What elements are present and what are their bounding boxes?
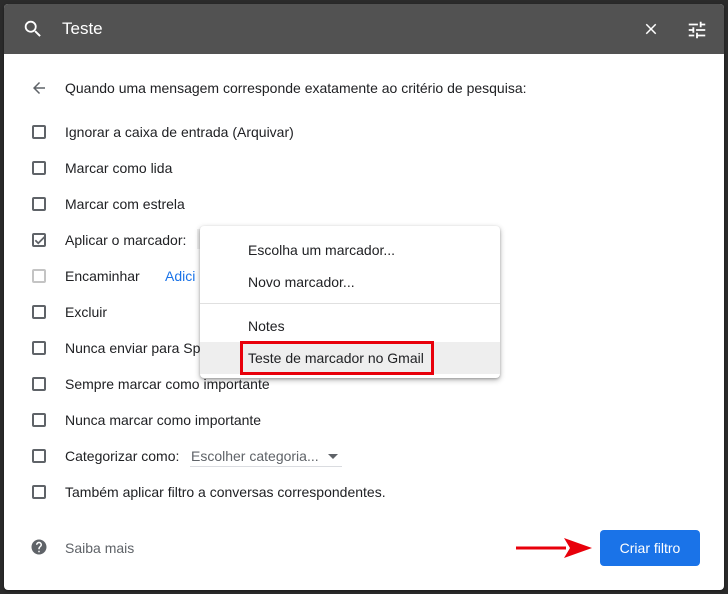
checkbox-skip-inbox[interactable] bbox=[32, 125, 46, 139]
option-apply-to-conversations: Também aplicar filtro a conversas corres… bbox=[4, 480, 724, 504]
category-select-value: Escolher categoria... bbox=[191, 448, 319, 464]
search-icon bbox=[24, 20, 41, 37]
menu-item-label: Notes bbox=[248, 318, 285, 334]
option-never-important: Nunca marcar como importante bbox=[4, 408, 724, 432]
menu-item-label: Escolha um marcador... bbox=[248, 242, 396, 258]
search-bar: Teste bbox=[4, 4, 724, 54]
filter-dialog: Teste Quando uma mensagem corresponde ex… bbox=[4, 4, 724, 590]
option-label: Nunca enviar para Sp bbox=[65, 340, 201, 356]
option-label: Marcar com estrela bbox=[65, 196, 185, 212]
option-label: Excluir bbox=[65, 304, 108, 320]
add-forwarding-address-link[interactable]: Adici bbox=[165, 268, 195, 284]
menu-item-new-label[interactable]: Novo marcador... bbox=[200, 266, 500, 298]
category-select[interactable]: Escolher categoria... bbox=[190, 444, 342, 467]
option-skip-inbox: Ignorar a caixa de entrada (Arquivar) bbox=[4, 120, 724, 144]
close-icon[interactable] bbox=[642, 20, 660, 38]
filter-criteria-heading: Quando uma mensagem corresponde exatamen… bbox=[65, 80, 527, 96]
menu-item-label: Novo marcador... bbox=[248, 274, 355, 290]
option-label: Marcar como lida bbox=[65, 160, 173, 176]
tune-icon[interactable] bbox=[686, 19, 708, 41]
search-query-text[interactable]: Teste bbox=[62, 19, 103, 39]
check-icon bbox=[34, 236, 46, 245]
option-label: Nunca marcar como importante bbox=[65, 412, 262, 428]
help-icon[interactable] bbox=[30, 538, 48, 556]
checkbox-apply-label[interactable] bbox=[32, 233, 46, 247]
option-label: Aplicar o marcador: bbox=[65, 232, 187, 248]
menu-item-choose-label[interactable]: Escolha um marcador... bbox=[200, 234, 500, 266]
checkbox-forward[interactable] bbox=[32, 269, 46, 283]
option-label: Encaminhar bbox=[65, 268, 140, 284]
checkbox-never-important[interactable] bbox=[32, 413, 46, 427]
checkbox-categorize[interactable] bbox=[32, 449, 46, 463]
option-mark-read: Marcar como lida bbox=[4, 156, 724, 180]
option-label: Categorizar como: bbox=[65, 448, 180, 464]
option-label: Também aplicar filtro a conversas corres… bbox=[65, 484, 386, 500]
caret-down-icon bbox=[328, 454, 338, 459]
checkbox-never-spam[interactable] bbox=[32, 341, 46, 355]
checkbox-mark-read[interactable] bbox=[32, 161, 46, 175]
menu-divider bbox=[200, 303, 500, 304]
back-arrow-icon[interactable] bbox=[30, 79, 48, 97]
option-star: Marcar com estrela bbox=[4, 192, 724, 216]
create-filter-button[interactable]: Criar filtro bbox=[600, 530, 700, 566]
filter-header: Quando uma mensagem corresponde exatamen… bbox=[4, 76, 724, 100]
option-label: Sempre marcar como importante bbox=[65, 376, 270, 392]
option-categorize: Categorizar como: Escolher categoria... bbox=[4, 444, 724, 468]
checkbox-star[interactable] bbox=[32, 197, 46, 211]
option-label: Ignorar a caixa de entrada (Arquivar) bbox=[65, 124, 294, 140]
menu-item-notes[interactable]: Notes bbox=[200, 310, 500, 342]
annotation-highlight-box bbox=[240, 341, 434, 375]
learn-more-link[interactable]: Saiba mais bbox=[65, 540, 134, 556]
checkbox-apply-to-conversations[interactable] bbox=[32, 485, 46, 499]
red-arrow-icon bbox=[516, 538, 592, 558]
checkbox-delete[interactable] bbox=[32, 305, 46, 319]
checkbox-always-important[interactable] bbox=[32, 377, 46, 391]
